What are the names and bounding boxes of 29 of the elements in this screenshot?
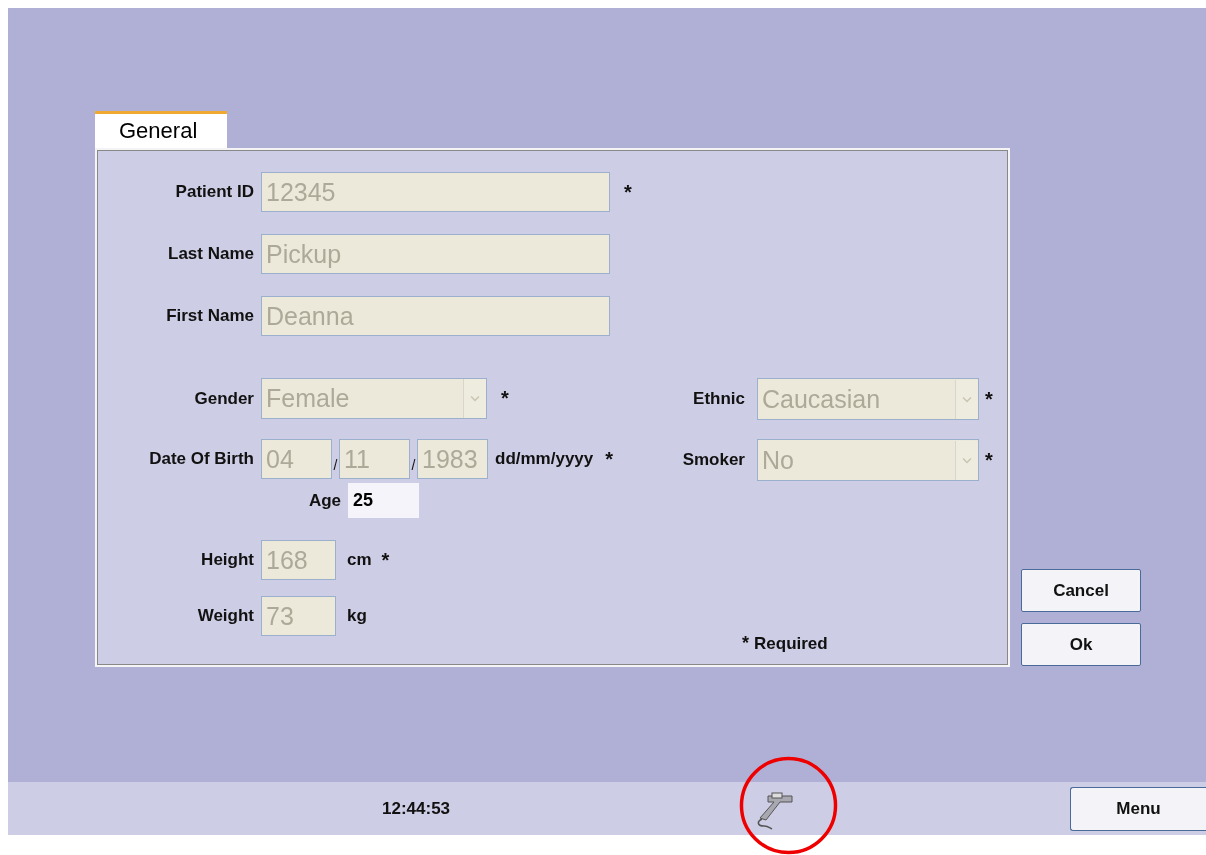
required-mark: * (624, 180, 632, 204)
unit-label: cm (347, 550, 372, 570)
field-label: Ethnic (692, 389, 746, 409)
field-label: Age (307, 490, 342, 511)
field-label: Date Of Birth (148, 449, 255, 469)
tab[interactable]: General (95, 111, 227, 148)
required-mark: * (985, 387, 993, 411)
field-label: First Name (165, 306, 255, 326)
date-format-hint: dd/mm/yyyy (495, 449, 594, 469)
ok-button[interactable]: Ok (1021, 623, 1141, 666)
clock-time: 12:44:53 (382, 798, 451, 819)
required-note: Required (754, 633, 828, 654)
date-separator: / (332, 457, 339, 473)
field-label: Weight (196, 606, 255, 626)
field-label: Smoker (681, 450, 746, 470)
menu-button[interactable]: Menu (1070, 786, 1206, 831)
required-mark: * (381, 548, 390, 572)
cancel-button[interactable]: Cancel (1021, 569, 1141, 612)
field-label: Patient ID (174, 182, 255, 202)
field-label: Height (200, 550, 255, 570)
date-separator: / (410, 457, 417, 473)
required-mark: * (985, 448, 993, 472)
field-label: Gender (193, 388, 255, 409)
unit-label: kg (347, 606, 367, 626)
input-field[interactable]: 25 (348, 483, 419, 518)
field-label: Last Name (167, 244, 255, 264)
required-mark: * (605, 447, 614, 471)
required-mark: * (501, 387, 509, 410)
required-mark: * (742, 633, 749, 654)
